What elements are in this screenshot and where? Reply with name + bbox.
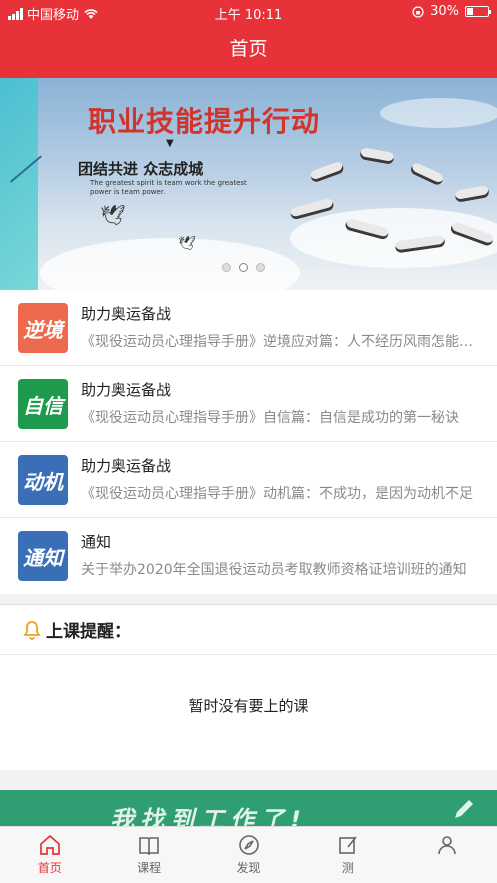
banner-title: 职业技能提升行动 [88, 105, 321, 138]
orientation-lock-icon [412, 5, 424, 18]
news-title: 通知 [81, 533, 112, 551]
news-desc: 关于举办2020年全国退役运动员考取教师资格证培训班的通知 [81, 562, 467, 578]
nav-bar: 首页 [0, 24, 497, 78]
edit-icon [339, 836, 357, 854]
user-icon [438, 836, 457, 855]
promo-banner[interactable]: 我找到工作了! [0, 790, 497, 826]
reminder-title: 上课提醒： [46, 622, 131, 642]
compass-icon [238, 835, 259, 855]
skydiver-figure [409, 161, 445, 187]
tab-courses[interactable]: 课程 [99, 827, 198, 883]
news-desc: 《现役运动员心理指导手册》自信篇：自信是成功的第一秘诀 [81, 410, 459, 426]
reminder-empty-text: 暂时没有要上的课 [188, 697, 309, 715]
tab-label: 首页 [37, 861, 62, 875]
news-desc: 《现役运动员心理指导手册》逆境应对篇：人不经历风雨怎能见彩虹 [81, 334, 473, 350]
carousel-dot[interactable] [256, 263, 265, 272]
battery-fill [467, 8, 473, 15]
class-reminder-panel: 上课提醒： 暂时没有要上的课 [0, 604, 497, 770]
news-title: 助力奥运备战 [81, 305, 172, 323]
page-title: 首页 [229, 38, 268, 60]
skydiver-figure [454, 185, 490, 203]
skydiver-figure [308, 160, 346, 184]
news-title: 助力奥运备战 [81, 457, 172, 475]
battery-percent: 30% [430, 4, 459, 19]
news-item[interactable]: 动机 助力奥运备战 《现役运动员心理指导手册》动机篇：不成功，是因为动机不足 [0, 442, 497, 518]
bird-icon: 🕊 [100, 203, 126, 227]
adversity-icon: 逆境 [18, 303, 68, 353]
banner-prev-slide-peek [0, 78, 38, 290]
tab-bar: 首页 课程 发现 测 [0, 826, 497, 883]
news-item[interactable]: 自信 助力奥运备战 《现役运动员心理指导手册》自信篇：自信是成功的第一秘诀 [0, 366, 497, 442]
banner-subtitle-en: The greatest spirit is team work the gre… [90, 179, 247, 196]
notice-icon: 通知 [18, 531, 68, 581]
bird-icon: 🕊 [178, 236, 196, 252]
pencil-icon [455, 800, 473, 818]
tab-profile[interactable] [398, 827, 497, 883]
carousel-dot[interactable] [222, 263, 231, 272]
banner-carousel[interactable]: 职业技能提升行动 ▼ 团结共进 众志成城 The greatest spirit… [0, 78, 497, 290]
tab-discover[interactable]: 发现 [199, 827, 298, 883]
battery-icon [465, 6, 491, 17]
news-title: 助力奥运备战 [81, 381, 172, 399]
motivation-icon: 动机 [18, 455, 68, 505]
tab-label: 发现 [236, 861, 261, 875]
banner-arrow-icon: ▼ [166, 138, 174, 149]
news-desc: 《现役运动员心理指导手册》动机篇：不成功，是因为动机不足 [81, 486, 473, 502]
cloud-decoration [380, 98, 497, 128]
promo-text: 我找到工作了! [110, 806, 307, 826]
book-icon [139, 837, 159, 856]
news-item[interactable]: 逆境 助力奥运备战 《现役运动员心理指导手册》逆境应对篇：人不经历风雨怎能见彩虹 [0, 290, 497, 366]
status-right: 30% [412, 4, 491, 19]
tab-home[interactable]: 首页 [0, 827, 99, 883]
tab-label: 测 [341, 861, 354, 875]
bell-icon [23, 620, 41, 640]
home-icon [39, 834, 60, 855]
reminder-header: 上课提醒： [0, 605, 497, 655]
tab-test[interactable]: 测 [298, 827, 397, 883]
banner-subtitle: 团结共进 众志成城 [78, 160, 204, 178]
carousel-dot-active[interactable] [239, 263, 248, 272]
confidence-icon: 自信 [18, 379, 68, 429]
tab-label: 课程 [137, 861, 162, 875]
news-item[interactable]: 通知 通知 关于举办2020年全国退役运动员考取教师资格证培训班的通知 [0, 518, 497, 594]
skydiver-figure [359, 147, 395, 165]
carousel-indicator[interactable] [222, 263, 265, 272]
status-bar: 中国移动 上午 10:11 30% [0, 0, 497, 24]
news-list: 逆境 助力奥运备战 《现役运动员心理指导手册》逆境应对篇：人不经历风雨怎能见彩虹… [0, 290, 497, 594]
